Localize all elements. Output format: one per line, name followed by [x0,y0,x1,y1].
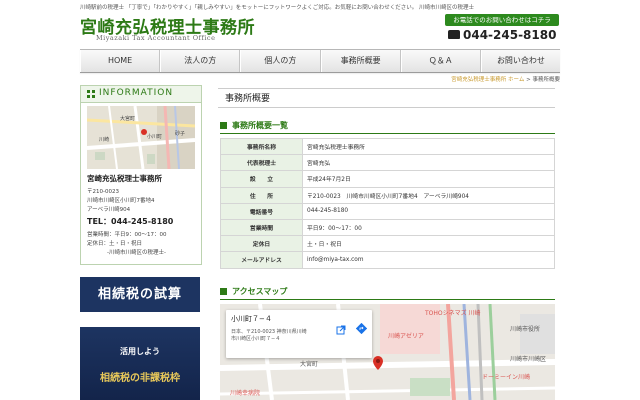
section-heading-overview: 事務所概要一覧 [220,119,555,134]
header-phone-number: 044-245-8180 [463,28,557,42]
nav-faq[interactable]: Ｑ＆Ａ [400,50,481,72]
section-heading-overview-text: 事務所概要一覧 [232,121,288,130]
map-card-title: 小川町７−４ [231,315,272,323]
row-value: 平成24年7月2日 [302,170,555,188]
site-subtitle: Miyazaki Tax Accountant Office [96,34,216,42]
breadcrumb-home-link[interactable]: 宮崎充弘税理士事務所 ホーム [451,77,524,83]
site-tagline: 川崎駅前の税理士 「丁寧で」「わかりやすく」「親しみやすい」をモットーにフットワ… [80,5,475,11]
page-title: 事務所概要 [218,88,555,108]
breadcrumb-current: 事務所概要 [532,77,560,83]
nav-home[interactable]: HOME [80,50,161,72]
sidebar-holidays: 定休日：土・日・祝日 [87,241,143,247]
map-card-address-line1: 日本、〒210-0023 神奈川県川崎 [231,329,307,335]
nav-corporate[interactable]: 法人の方 [160,50,241,72]
breadcrumb: 宮崎充弘税理士事務所 ホーム > 事務所概要 [451,75,560,83]
table-row: メールアドレス info@miya-tax.com [220,251,555,269]
sidebar-hours: 営業時間：平日9：00〜17：00 [87,232,167,238]
map-label-omiya: 大宮町 [300,361,319,368]
map-label-dormy-inn: ドーミーイン川崎 [482,374,531,381]
directions-icon[interactable] [355,319,368,335]
contact-banner: お電話でのお問い合わせはコチラ [445,14,559,26]
row-value: 〒210-0023 川崎市川崎区小川町7番地4 アーベラ川崎904 [302,186,555,204]
square-bullet-icon [220,288,227,295]
map-label-toho: TOHOシネマズ 川崎 [425,310,481,317]
nav-contact[interactable]: お問い合わせ [480,50,560,72]
map-label-hospital: 川崎幸病院 [230,390,261,397]
telephone-icon [448,30,460,39]
global-nav: HOME 法人の方 個人の方 事務所概要 Ｑ＆Ａ お問い合わせ [80,49,560,73]
row-label: 営業時間 [220,218,303,237]
sidebar-footer-note: -川崎市川崎区の税理士- [107,250,166,256]
information-title: INFORMATION [99,88,174,98]
table-row: 電話番号 044-245-8180 [220,202,555,220]
information-header: INFORMATION [81,86,201,103]
row-label: メールアドレス [220,251,303,269]
office-profile-table: 事務所名称 宮崎充弘税理士事務所 代表税理士 宮崎充弘 設 立平成24年7月2日 住… [220,137,555,269]
map-label-azalea: 川崎アゼリア [388,333,424,340]
section-heading-access-map-text: アクセスマップ [232,287,288,296]
row-label: 事務所名称 [220,137,303,156]
map-place-card: 小川町７−４ 日本、〒210-0023 神奈川県川崎 市川崎区小川町７−４ [226,310,372,358]
mini-map-label-isago: 砂子 [175,131,186,137]
row-value: 宮崎充弘 [302,154,555,172]
table-row: 定休日 土・日・祝日 [220,235,555,253]
map-label-ward: 川崎市川崎区 [510,356,547,363]
row-value: 土・日・祝日 [302,235,555,253]
table-row: 代表税理士 宮崎充弘 [220,154,555,172]
row-label: 設 立 [220,170,303,188]
table-row: 住 所〒210-0023 川崎市川崎区小川町7番地4 アーベラ川崎904 [220,186,555,204]
sidebar-mini-map[interactable]: 大宮町 小川町 砂子 川崎 [87,106,195,169]
map-card-address-line2: 市川崎区小川町７−４ [231,336,281,342]
mini-map-label-kawasaki: 川崎 [99,137,110,143]
nav-individual[interactable]: 個人の方 [240,50,321,72]
row-label: 代表税理士 [220,154,303,172]
square-bullet-icon [220,122,227,129]
sidebar-address1: 川崎市川崎区小川町7番地4 [87,198,155,204]
row-value: 平日9：00〜17：00 [302,218,555,237]
banner2-line1: 活用しよう [120,347,160,356]
row-label: 住 所 [220,186,303,204]
section-heading-access-map: アクセスマップ [220,285,555,300]
row-label: 定休日 [220,235,303,253]
banner2-line2: 相続税の非課税枠 [100,373,180,384]
table-row: 設 立平成24年7月2日 [220,170,555,188]
mini-map-label-ogawa: 小川町 [147,134,163,140]
sidebar-address2: アーベラ川崎904 [87,207,131,213]
row-value: 宮崎充弘税理士事務所 [302,137,555,156]
grid-icon [87,90,95,98]
google-map-embed[interactable]: TOHOシネマズ 川崎 川崎市役所 川崎アゼリア 大宮町 川崎幸病院 川崎市川崎… [220,304,555,400]
map-label-city-hall: 川崎市役所 [510,326,541,333]
table-row: 営業時間 平日9：00〜17：00 [220,218,555,237]
inheritance-tax-estimate-banner[interactable]: 相続税の試算 [80,277,200,312]
inheritance-tax-exemption-banner[interactable]: 活用しよう 相続税の非課税枠 [80,327,200,400]
sidebar-office-name: 宮崎充弘税理士事務所 [87,174,162,183]
row-value-email[interactable]: info@miya-tax.com [302,251,555,269]
sidebar-tel[interactable]: TEL：044-245-8180 [87,216,173,227]
header-phone[interactable]: 044-245-8180 [448,28,556,42]
sidebar-postal: 〒210-0023 [87,189,119,195]
row-label: 電話番号 [220,202,303,220]
mini-map-label-omiya: 大宮町 [120,116,136,122]
nav-office-overview[interactable]: 事務所概要 [320,50,401,72]
information-box: INFORMATION 大宮町 小川町 砂子 川崎 宮崎充弘税理士事務所 〒21… [80,85,202,265]
banner1-text: 相続税の試算 [97,287,182,302]
table-row: 事務所名称 宮崎充弘税理士事務所 [220,137,555,156]
row-value: 044-245-8180 [302,202,555,220]
open-external-icon[interactable] [336,320,346,335]
